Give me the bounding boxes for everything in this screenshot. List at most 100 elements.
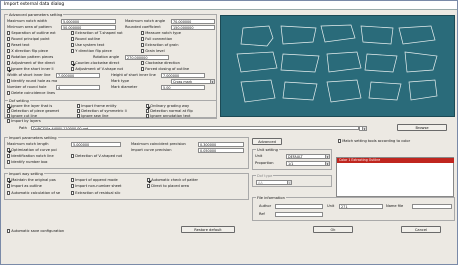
checkbox-option[interactable]: Detection of symmetric li bbox=[77, 109, 127, 113]
checkbox-option[interactable]: Detection normal at flip bbox=[146, 109, 193, 113]
checkbox-unchecked[interactable] bbox=[7, 43, 11, 47]
checkbox-option[interactable]: Extraction of T-shaped not bbox=[71, 31, 123, 35]
checkbox-unchecked[interactable] bbox=[71, 191, 75, 195]
checkbox-unchecked[interactable] bbox=[141, 49, 145, 53]
checkbox-unchecked[interactable] bbox=[141, 67, 145, 71]
dxf-type-select[interactable]: AA ▾ bbox=[256, 179, 292, 185]
checkbox-unchecked[interactable] bbox=[7, 184, 11, 188]
checkbox-checked[interactable] bbox=[7, 67, 11, 71]
max-notch-angle-input[interactable]: 70.000000 bbox=[171, 19, 215, 24]
checkbox-checked[interactable] bbox=[146, 104, 150, 108]
checkbox-option[interactable]: Automatic check of patter bbox=[147, 178, 198, 182]
checkbox-option[interactable]: Adjustment of V-shape not bbox=[71, 67, 123, 71]
ref-input[interactable] bbox=[275, 212, 323, 217]
name-file-input[interactable] bbox=[412, 204, 452, 209]
checkbox-option[interactable]: X direction flip piece bbox=[7, 49, 48, 53]
checkbox-option[interactable]: Import as outline bbox=[7, 184, 42, 188]
checkbox-unchecked[interactable] bbox=[71, 37, 75, 41]
author-input[interactable] bbox=[275, 204, 323, 209]
match-color-box[interactable] bbox=[338, 139, 342, 143]
checkbox-unchecked[interactable] bbox=[71, 31, 75, 35]
checkbox-unchecked[interactable] bbox=[141, 37, 145, 41]
max-coincident-input[interactable]: 0.300000 bbox=[198, 142, 244, 147]
rounded-coeff-input[interactable]: 150.000000 bbox=[171, 25, 215, 30]
num-round-holes-input[interactable]: 4 bbox=[56, 85, 100, 90]
checkbox-unchecked[interactable] bbox=[71, 49, 75, 53]
checkbox-option[interactable]: Use system text bbox=[71, 43, 104, 47]
checkbox-unchecked[interactable] bbox=[7, 119, 11, 123]
checkbox-unchecked[interactable] bbox=[7, 31, 11, 35]
checkbox-option[interactable]: Import of append mode bbox=[71, 178, 118, 182]
checkbox-option[interactable]: Y direction flip piece bbox=[71, 49, 112, 53]
checkbox-option[interactable]: Full connection bbox=[141, 37, 172, 41]
auto-save-checkbox[interactable]: Automatic save configuration bbox=[7, 229, 64, 233]
checkbox-option[interactable]: Automatic calculation of se bbox=[7, 191, 60, 195]
rotation-checkbox[interactable] bbox=[7, 55, 11, 59]
identification-checkbox[interactable]: Identification notch line bbox=[7, 154, 54, 158]
checkbox-option[interactable]: Grain level bbox=[141, 49, 165, 53]
checkbox-option[interactable]: Maintain the original pos bbox=[7, 178, 56, 182]
checkbox-unchecked[interactable] bbox=[71, 67, 75, 71]
identification-box[interactable] bbox=[7, 154, 11, 158]
color-list-row[interactable]: Color 1 Extracting Outline bbox=[337, 158, 454, 163]
checkbox-option[interactable]: Detection of piece geomet bbox=[7, 109, 59, 113]
checkbox-unchecked[interactable] bbox=[7, 61, 11, 65]
detection-v-box[interactable] bbox=[71, 154, 75, 158]
short-inner-height-input[interactable]: 7.000000 bbox=[161, 73, 205, 78]
checkbox-option[interactable]: Ignore annotation text bbox=[146, 114, 190, 118]
browse-button[interactable]: Browse bbox=[397, 124, 447, 131]
checkbox-option[interactable]: Counter-clockwise direct bbox=[71, 61, 119, 65]
checkbox-unchecked[interactable] bbox=[77, 104, 81, 108]
checkbox-option[interactable]: Round outline bbox=[71, 37, 100, 41]
checkbox-unchecked[interactable] bbox=[7, 37, 11, 41]
checkbox-checked[interactable] bbox=[7, 104, 11, 108]
checkbox-unchecked[interactable] bbox=[77, 109, 81, 113]
checkbox-option[interactable]: Import by layers bbox=[7, 119, 41, 123]
max-notch-width-input[interactable]: 5.000000 bbox=[61, 19, 116, 24]
round-hole-checkbox[interactable]: Identify round hole as ma bbox=[7, 79, 57, 83]
optimization-checkbox[interactable]: Optimization of curve poi bbox=[7, 148, 57, 152]
delete-coincidence-box[interactable] bbox=[7, 91, 11, 95]
identify-number-box-box[interactable] bbox=[7, 160, 11, 164]
checkbox-option[interactable]: Clockwise direction bbox=[141, 61, 180, 65]
checkbox-option[interactable]: Ordinary grading way bbox=[146, 104, 189, 108]
checkbox-unchecked[interactable] bbox=[71, 178, 75, 182]
checkbox-option[interactable]: Ignore the layer that is bbox=[7, 104, 52, 108]
checkbox-unchecked[interactable] bbox=[146, 109, 150, 113]
checkbox-checked[interactable] bbox=[7, 178, 11, 182]
checkbox-option[interactable]: Adjustment of the direct bbox=[7, 61, 55, 65]
import-curve-input[interactable]: 0.050000 bbox=[198, 148, 244, 153]
checkbox-unchecked[interactable] bbox=[71, 43, 75, 47]
proportion-select[interactable]: 1/1 ▾ bbox=[286, 160, 330, 166]
detection-v-checkbox[interactable]: Detection of V-shaped not bbox=[71, 154, 122, 158]
checkbox-unchecked[interactable] bbox=[7, 109, 11, 113]
checkbox-option[interactable]: Forced closing of outline bbox=[141, 67, 189, 71]
checkbox-unchecked[interactable] bbox=[7, 114, 11, 118]
checkbox-option[interactable]: Reset text bbox=[7, 43, 29, 47]
path-input[interactable]: D:\NCS\0a-4400\L110000 00.ggt bbox=[31, 125, 359, 130]
checkbox-option[interactable]: Ignore the short inner li bbox=[7, 67, 54, 71]
checkbox-unchecked[interactable] bbox=[146, 114, 150, 118]
ok-button[interactable]: Ok bbox=[313, 226, 353, 233]
checkbox-checked[interactable] bbox=[147, 178, 151, 182]
checkbox-unchecked[interactable] bbox=[141, 61, 145, 65]
checkbox-checked[interactable] bbox=[71, 61, 75, 65]
rotation-angle-input[interactable]: 270.000000 bbox=[125, 55, 169, 60]
unit-select[interactable]: DEFAULT ▾ bbox=[286, 153, 330, 159]
checkbox-option[interactable]: Measure notch type bbox=[141, 31, 181, 35]
checkbox-option[interactable]: Ignore cut line bbox=[7, 114, 37, 118]
file-unit-input[interactable]: 271 bbox=[339, 204, 383, 209]
checkbox-unchecked[interactable] bbox=[77, 114, 81, 118]
mark-diameter-input[interactable]: 5.00 bbox=[161, 85, 205, 90]
checkbox-unchecked[interactable] bbox=[141, 31, 145, 35]
checkbox-unchecked[interactable] bbox=[7, 49, 11, 53]
checkbox-unchecked[interactable] bbox=[7, 191, 11, 195]
checkbox-option[interactable]: Ignore sew line bbox=[77, 114, 108, 118]
checkbox-option[interactable]: Round principal point bbox=[7, 37, 50, 41]
path-dropdown[interactable]: ▾ bbox=[359, 125, 367, 131]
checkbox-option[interactable]: Import frame entity bbox=[77, 104, 117, 108]
checkbox-unchecked[interactable] bbox=[141, 43, 145, 47]
restore-default-button[interactable]: Restore default bbox=[181, 226, 235, 233]
auto-save-box[interactable] bbox=[7, 229, 11, 233]
mark-type-select[interactable]: Cross mark ▾ bbox=[171, 78, 215, 84]
